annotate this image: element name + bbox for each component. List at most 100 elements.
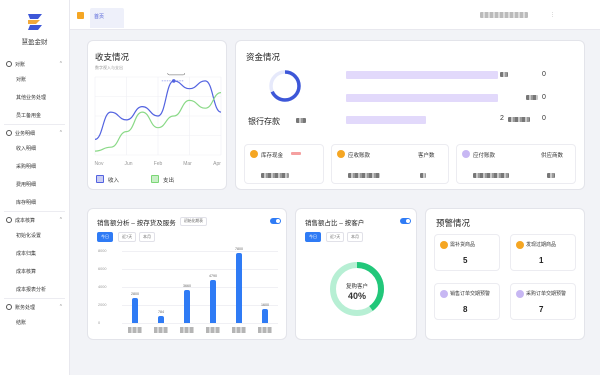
nav-group-costing[interactable]: 成本核算 ⌃ — [0, 214, 69, 226]
tooltip-text: 12.50 — [171, 73, 182, 74]
customer-count-label: 客户数 — [418, 153, 435, 159]
accounting-icon — [6, 304, 12, 310]
warning-value: 1 — [539, 256, 544, 265]
income-expense-subtitle: 数字视入与支出 — [95, 65, 123, 70]
bar[interactable] — [236, 252, 242, 323]
warnings-card: 预警情况 需补货商品 5 发现过期商品 1 销售订单交期预警 8 采购订单交期预… — [425, 208, 585, 340]
supplier-count-value-redacted — [547, 173, 555, 178]
legend-expense-label: 支出 — [163, 178, 175, 184]
warning-expired[interactable]: 发现过期商品 1 — [510, 234, 576, 271]
donut-center-value: 40% — [347, 291, 366, 301]
more-icon[interactable]: ⋮ — [550, 12, 555, 18]
funds-title: 资金情况 — [246, 52, 281, 62]
reconcile-icon — [6, 61, 12, 67]
tab-last-7-days[interactable]: 近7天 — [326, 232, 345, 242]
sidebar-item-init-settings[interactable]: 初始化设置 — [0, 226, 69, 244]
costing-icon — [6, 217, 12, 223]
expired-icon — [516, 241, 524, 249]
y-tick-label: 4000 — [98, 285, 107, 289]
logo: 慧盈金财 — [0, 0, 69, 56]
y-tick-label: 6000 — [98, 267, 107, 271]
home-tab-icon — [77, 12, 84, 19]
legend-expense-checkbox[interactable] — [151, 175, 159, 183]
bar[interactable] — [262, 308, 268, 323]
receivable-card[interactable]: 应收账款 客户数 — [331, 144, 449, 184]
purchase-order-icon — [516, 290, 524, 298]
warning-value: 5 — [463, 256, 468, 265]
sales-share-toggle[interactable] — [400, 218, 411, 224]
sidebar-item-cost-accounting[interactable]: 成本核算 — [0, 262, 69, 280]
logo-icon — [27, 13, 42, 30]
sidebar-item-income-detail[interactable]: 收入明细 — [0, 139, 69, 157]
bar[interactable] — [158, 315, 164, 323]
warning-label: 采购订单交期预警 — [526, 291, 567, 297]
fund-bar-3 — [346, 116, 426, 124]
bank-deposit-label: 银行存款 — [248, 117, 280, 126]
fund-value-3-redacted — [508, 117, 530, 122]
fund-value-1-redacted — [500, 72, 508, 77]
bar-value-label: 3660 — [183, 284, 191, 289]
chevron-up-icon: ⌃ — [58, 130, 63, 136]
x-tick-label: Apr — [213, 161, 221, 167]
sidebar-item-closing[interactable]: 结账 — [0, 313, 69, 331]
warnings-title: 预警情况 — [436, 218, 471, 228]
sidebar-item-reconcile[interactable]: 对账 — [0, 70, 69, 88]
receivable-label: 应收账款 — [348, 153, 371, 159]
category-label-redacted — [206, 327, 220, 333]
category-label-redacted — [232, 327, 246, 333]
detail-icon — [6, 130, 12, 136]
tab-today[interactable]: 今日 — [305, 232, 321, 242]
sales-share-title: 销售额占比 – 按客户 — [305, 220, 365, 227]
user-info-redacted[interactable] — [480, 12, 528, 18]
sidebar-item-inventory-detail[interactable]: 库存明细 — [0, 193, 69, 211]
nav-group-business-detail[interactable]: 业务明细 ⌃ — [0, 127, 69, 139]
category-label-redacted — [154, 327, 168, 333]
divider — [4, 124, 65, 125]
inventory-cash-card[interactable]: 库存现金 — [244, 144, 324, 184]
sidebar-item-cost-collection[interactable]: 成本归集 — [0, 244, 69, 262]
warning-purchase-order[interactable]: 采购订单交期预警 7 — [510, 283, 576, 320]
bar[interactable] — [184, 290, 190, 323]
warning-sales-order[interactable]: 销售订单交期预警 8 — [434, 283, 500, 320]
y-tick-label: 8000 — [98, 249, 107, 253]
y-tick-label: 0 — [98, 321, 101, 325]
sales-bar-chart: 8000 6000 4000 2000 0 2800 784 3660 4790 7800 1600 — [88, 209, 288, 341]
warning-restock[interactable]: 需补货商品 5 — [434, 234, 500, 271]
legend-income-checkbox[interactable] — [96, 175, 104, 183]
chevron-up-icon: ⌃ — [58, 61, 63, 67]
tab-home[interactable]: 首页 — [90, 8, 124, 28]
bank-deposit-value-redacted — [296, 118, 306, 123]
tab-this-month[interactable]: 本月 — [347, 232, 363, 242]
payable-value-redacted — [473, 173, 509, 178]
nav-group-accounting[interactable]: 账务处理 ⌃ — [0, 301, 69, 313]
bar[interactable] — [132, 297, 138, 323]
payable-card[interactable]: 应付账款 供应商数 — [456, 144, 576, 184]
fund-value-3: 0 — [542, 115, 546, 122]
divider — [4, 298, 65, 299]
chevron-up-icon: ⌃ — [58, 304, 63, 310]
fund-value-3-prefix: 2 — [500, 115, 504, 122]
income-expense-line-chart: 12.50 Nov Jun Feb Mar Apr — [95, 73, 222, 167]
fund-bar-2 — [346, 94, 498, 102]
bar-value-label: 2800 — [131, 291, 139, 296]
nav-group-reconcile[interactable]: 对账 ⌃ — [0, 58, 69, 70]
sales-analysis-card: 销售额分析 – 按存货及服务 初始化期表 今日 近7天 本月 8000 6000 4… — [87, 208, 287, 340]
sidebar-item-cost-report[interactable]: 成本报表分析 — [0, 280, 69, 298]
inventory-cash-value-redacted — [261, 173, 289, 178]
sidebar-item-purchase-detail[interactable]: 采购明细 — [0, 157, 69, 175]
inventory-cash-tag-redacted — [291, 152, 301, 155]
sidebar-item-petty-cash[interactable]: 员工备用金 — [0, 106, 69, 124]
sales-order-icon — [440, 290, 448, 298]
grid-line — [122, 287, 278, 288]
sales-share-card: 销售额占比 – 按客户 今日 近7天 本月 复购客户 40% — [295, 208, 417, 340]
sidebar-item-expense-detail[interactable]: 费用明细 — [0, 175, 69, 193]
sidebar: 慧盈金财 对账 ⌃ 对账 其他业务处理 员工备用金 业务明细 ⌃ 收入明细 采购明细… — [0, 0, 70, 375]
fund-value-1: 0 — [542, 71, 546, 78]
income-expense-card: 收支情况 数字视入与支出 12.50 Nov Jun Feb Mar Apr 收入 支出 — [87, 40, 227, 190]
y-tick-label: 2000 — [98, 303, 107, 307]
supplier-count-label: 供应商数 — [541, 153, 564, 159]
sidebar-item-other-business[interactable]: 其他业务处理 — [0, 88, 69, 106]
chevron-up-icon: ⌃ — [58, 217, 63, 223]
bar-value-label: 1600 — [261, 302, 269, 307]
bar[interactable] — [210, 279, 216, 323]
